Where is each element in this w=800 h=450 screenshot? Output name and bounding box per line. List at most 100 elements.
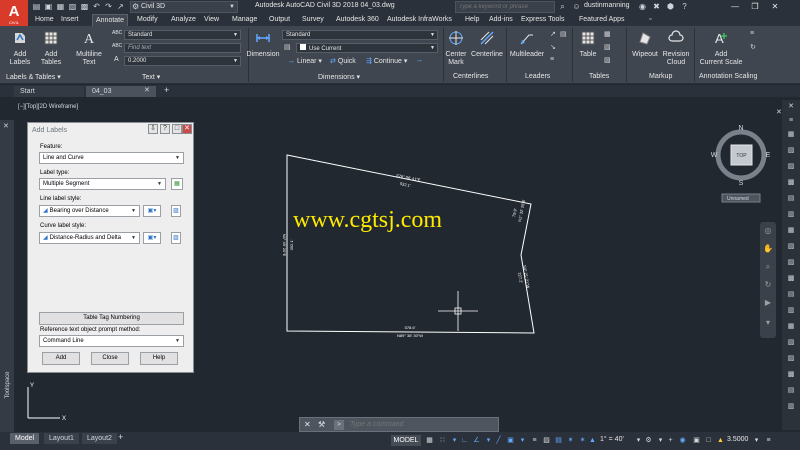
text-style-dropdown[interactable]: Standard ▼ xyxy=(124,30,241,40)
annotation-scale-icon[interactable]: ▲ xyxy=(588,436,597,445)
close-icon[interactable]: ✕ xyxy=(304,420,311,429)
ribbon-tab-autodesk-360[interactable]: Autodesk 360 xyxy=(333,14,382,26)
tool-icon-11[interactable]: ▤ xyxy=(786,290,796,300)
orbit-icon[interactable]: ↻ xyxy=(763,280,773,290)
save-icon[interactable]: ▣ xyxy=(44,2,53,11)
tool-icon-18[interactable]: ▥ xyxy=(786,402,796,412)
dim-extra-icon[interactable]: ↔ xyxy=(416,57,423,64)
center-mark-button[interactable]: Center Mark xyxy=(444,30,468,67)
toolspace-palette-strip[interactable]: ✕ Toolspace xyxy=(0,120,14,432)
pan-icon[interactable]: ✋ xyxy=(763,244,773,254)
dim-style-dropdown[interactable]: Standard ▼ xyxy=(282,30,438,40)
steering-wheel-icon[interactable]: ◎ xyxy=(763,226,773,236)
warning-icon[interactable]: ▲ xyxy=(716,436,725,445)
osnap-icon[interactable]: ▣ xyxy=(506,436,515,445)
tool-icon-17[interactable]: ▤ xyxy=(786,386,796,396)
isolate-icon[interactable]: ◉ xyxy=(678,436,687,445)
model-space-button[interactable]: MODEL xyxy=(391,435,421,446)
tool-icon-16[interactable]: ▩ xyxy=(786,370,796,380)
tool-icon-13[interactable]: ▦ xyxy=(786,322,796,332)
selection-cycling-icon[interactable]: ▤ xyxy=(554,436,563,445)
exchange-icon[interactable]: ✖ xyxy=(652,2,661,11)
add-tables-button[interactable]: Add Tables xyxy=(38,30,64,67)
tool-icon-6[interactable]: ▥ xyxy=(786,210,796,220)
redo-icon[interactable]: ↷ xyxy=(104,2,113,11)
linear-button[interactable]: ↔ Linear ▾ xyxy=(288,57,322,65)
undo-icon[interactable]: ↶ xyxy=(92,2,101,11)
workspace-dropdown[interactable]: ⚙ Civil 3D ▼ xyxy=(130,1,238,13)
line-style-edit-button[interactable]: ▣▾ xyxy=(143,205,161,217)
ortho-icon[interactable]: ∟ xyxy=(460,436,469,445)
save-as-icon[interactable]: ▦ xyxy=(56,2,65,11)
dialog-close-button[interactable]: ✕ xyxy=(182,124,192,134)
annotation-scale-value[interactable]: 1° = 40' xyxy=(600,436,624,443)
ref-method-dropdown[interactable]: Command Line ▼ xyxy=(39,335,184,347)
close-button[interactable]: Close xyxy=(91,352,129,365)
help-button[interactable]: Help xyxy=(140,352,178,365)
plus-icon[interactable]: + xyxy=(666,436,675,445)
auto-scale-icon[interactable]: ✶ xyxy=(578,436,587,445)
command-prompt-icon[interactable]: > xyxy=(334,420,344,430)
ribbon-minimize-icon[interactable]: ▫ xyxy=(646,14,654,26)
scale-list-icon[interactable]: ≡ xyxy=(750,30,754,37)
panel-title-labels-tables[interactable]: Labels & Tables ▾ xyxy=(6,73,61,81)
palette-menu-icon[interactable]: ≡ xyxy=(786,116,796,126)
collect-leader-icon[interactable]: ▤ xyxy=(560,30,567,38)
dimension-button[interactable]: Dimension xyxy=(245,30,281,59)
close-tab-icon[interactable]: ✕ xyxy=(144,86,150,94)
line-style-pick-button[interactable]: ▨ xyxy=(171,205,181,217)
dim-layer-dropdown[interactable]: Use Current ▼ xyxy=(296,43,438,53)
cart-icon[interactable]: ◉ xyxy=(638,2,647,11)
find-text-field[interactable]: Find text xyxy=(124,43,241,53)
polar-dropdown-icon[interactable]: ▾ xyxy=(484,436,493,445)
tool-icon-5[interactable]: ▤ xyxy=(786,194,796,204)
tool-icon-4[interactable]: ▩ xyxy=(786,178,796,188)
tool-icon-2[interactable]: ▧ xyxy=(786,146,796,156)
close-window-button[interactable]: ✕ xyxy=(766,0,784,14)
tool-icon-9[interactable]: ▨ xyxy=(786,258,796,268)
align-leader-icon[interactable]: ≡ xyxy=(550,56,554,63)
line-label-style-dropdown[interactable]: ◢ Bearing over Distance ▼ xyxy=(39,205,140,217)
help-icon[interactable]: ? xyxy=(680,2,689,11)
tool-icon-1[interactable]: ▦ xyxy=(786,130,796,140)
tool-icon-10[interactable]: ▩ xyxy=(786,274,796,284)
table-link-icon[interactable]: ▧ xyxy=(604,43,611,51)
new-tab-icon[interactable]: + xyxy=(164,85,169,95)
scale-value[interactable]: 3.5000 xyxy=(727,436,748,443)
panel-title-text[interactable]: Text ▾ xyxy=(142,73,160,81)
ribbon-tab-modify[interactable]: Modify xyxy=(134,14,161,26)
search-input[interactable] xyxy=(459,2,551,12)
snap-icon[interactable]: ∷ xyxy=(438,436,447,445)
table-button[interactable]: Table xyxy=(576,30,600,59)
isodraft-icon[interactable]: ╱ xyxy=(494,436,503,445)
grid-icon[interactable]: ▦ xyxy=(425,436,434,445)
search-box[interactable] xyxy=(455,1,555,13)
customize-icon[interactable]: ≡ xyxy=(764,436,773,445)
ribbon-tab-manage[interactable]: Manage xyxy=(229,14,260,26)
scale-menu-icon[interactable]: ▾ xyxy=(752,436,761,445)
text-height-field[interactable]: 0.2000 ▼ xyxy=(124,56,241,66)
panel-title-dimensions[interactable]: Dimensions ▾ xyxy=(318,73,360,81)
compass-s[interactable]: S xyxy=(739,180,744,187)
command-input[interactable] xyxy=(350,419,495,430)
viewcube-top[interactable]: TOP xyxy=(736,153,747,159)
tool-icon-15[interactable]: ▨ xyxy=(786,354,796,364)
ribbon-tab-help[interactable]: Help xyxy=(462,14,482,26)
minimize-button[interactable]: — xyxy=(726,0,744,14)
share-icon[interactable]: ↗ xyxy=(116,2,125,11)
dropdown-icon[interactable]: ▾ xyxy=(450,436,459,445)
navbar-menu-icon[interactable]: ▾ xyxy=(763,318,773,328)
tool-icon-14[interactable]: ▧ xyxy=(786,338,796,348)
compass-n[interactable]: N xyxy=(738,125,743,132)
ribbon-tab-output[interactable]: Output xyxy=(266,14,293,26)
zoom-icon[interactable]: ⌕ xyxy=(763,262,773,272)
ribbon-tab-featured-apps[interactable]: Featured Apps xyxy=(576,14,628,26)
quick-button[interactable]: ⇄ Quick xyxy=(330,57,356,65)
restore-button[interactable]: ❒ xyxy=(746,0,764,14)
table-tag-numbering-button[interactable]: Table Tag Numbering xyxy=(39,312,184,325)
curve-label-style-dropdown[interactable]: ◢ Distance-Radius and Delta ▼ xyxy=(39,232,140,244)
ribbon-tab-survey[interactable]: Survey xyxy=(299,14,327,26)
compass-e[interactable]: E xyxy=(766,152,771,159)
transparency-icon[interactable]: ▨ xyxy=(542,436,551,445)
label-type-dropdown[interactable]: Multiple Segment ▼ xyxy=(39,178,166,190)
